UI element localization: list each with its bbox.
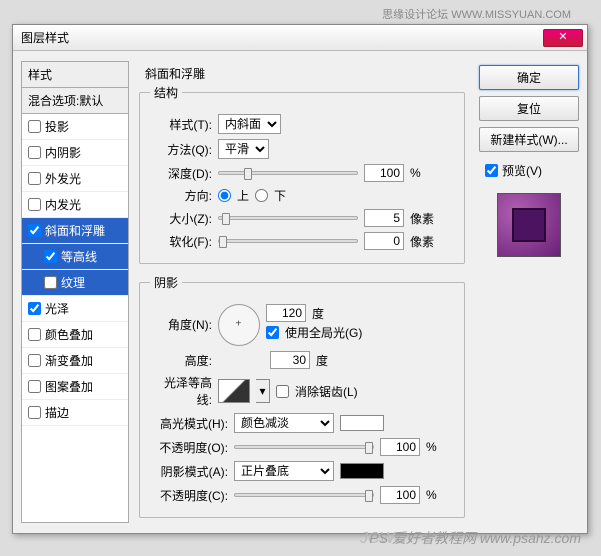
checkbox-satin[interactable] xyxy=(28,302,41,315)
depth-slider[interactable] xyxy=(218,171,358,175)
cancel-button[interactable]: 复位 xyxy=(479,96,579,121)
style-select[interactable]: 内斜面 xyxy=(218,114,281,134)
sidebar-item-bevel[interactable]: 斜面和浮雕 xyxy=(22,218,128,244)
checkbox-inner-glow[interactable] xyxy=(28,198,41,211)
watermark-top: 思缘设计论坛 WWW.MISSYUAN.COM xyxy=(382,6,571,22)
altitude-input[interactable] xyxy=(270,351,310,369)
shadow-mode-select[interactable]: 正片叠底 xyxy=(234,461,334,481)
highlight-opacity-label: 不透明度(O): xyxy=(150,439,228,456)
shadow-opacity-input[interactable] xyxy=(380,486,420,504)
angle-wheel[interactable]: + xyxy=(218,304,260,346)
sidebar-item-stroke[interactable]: 描边 xyxy=(22,400,128,426)
angle-unit: 度 xyxy=(312,305,324,322)
checkbox-gradient-overlay[interactable] xyxy=(28,354,41,367)
checkbox-inner-shadow[interactable] xyxy=(28,146,41,159)
layer-style-dialog: 图层样式 ✕ 样式 混合选项:默认 投影 内阴影 外发光 内发光 斜面和浮雕 等… xyxy=(12,24,588,534)
size-slider[interactable] xyxy=(218,216,358,220)
sidebar-item-texture[interactable]: 纹理 xyxy=(22,270,128,296)
altitude-unit: 度 xyxy=(316,352,328,369)
depth-label: 深度(D): xyxy=(150,165,212,182)
highlight-opacity-unit: % xyxy=(426,440,437,454)
checkbox-bevel[interactable] xyxy=(28,224,41,237)
sidebar-item-inner-glow[interactable]: 内发光 xyxy=(22,192,128,218)
sidebar-item-inner-shadow[interactable]: 内阴影 xyxy=(22,140,128,166)
sidebar-item-color-overlay[interactable]: 颜色叠加 xyxy=(22,322,128,348)
altitude-label: 高度: xyxy=(150,352,212,369)
direction-label: 方向: xyxy=(150,187,212,204)
preview-label: 预览(V) xyxy=(502,162,542,179)
antialias-label: 消除锯齿(L) xyxy=(295,383,358,400)
style-label: 样式(T): xyxy=(150,116,212,133)
angle-input[interactable] xyxy=(266,304,306,322)
shadow-opacity-slider[interactable] xyxy=(234,493,374,497)
right-column: 确定 复位 新建样式(W)... 预览(V) xyxy=(479,61,579,523)
highlight-opacity-slider[interactable] xyxy=(234,445,374,449)
sidebar-item-drop-shadow[interactable]: 投影 xyxy=(22,114,128,140)
shadow-color-swatch[interactable] xyxy=(340,463,384,479)
checkbox-texture[interactable] xyxy=(44,276,57,289)
structure-group: 结构 样式(T): 内斜面 方法(Q): 平滑 深度(D): % 方向: xyxy=(139,84,465,264)
shading-legend: 阴影 xyxy=(150,274,182,291)
sidebar-item-pattern-overlay[interactable]: 图案叠加 xyxy=(22,374,128,400)
sidebar-item-outer-glow[interactable]: 外发光 xyxy=(22,166,128,192)
section-title: 斜面和浮雕 xyxy=(145,65,465,82)
size-unit: 像素 xyxy=(410,210,434,227)
soften-unit: 像素 xyxy=(410,233,434,250)
global-light-checkbox[interactable] xyxy=(266,326,279,339)
checkbox-color-overlay[interactable] xyxy=(28,328,41,341)
antialias-checkbox[interactable] xyxy=(276,385,289,398)
ok-button[interactable]: 确定 xyxy=(479,65,579,90)
gloss-contour-label: 光泽等高线: xyxy=(150,374,212,408)
highlight-mode-label: 高光模式(H): xyxy=(150,415,228,432)
checkbox-outer-glow[interactable] xyxy=(28,172,41,185)
size-label: 大小(Z): xyxy=(150,210,212,227)
highlight-mode-select[interactable]: 颜色减淡 xyxy=(234,413,334,433)
soften-input[interactable] xyxy=(364,232,404,250)
highlight-opacity-input[interactable] xyxy=(380,438,420,456)
checkbox-stroke[interactable] xyxy=(28,406,41,419)
shadow-opacity-unit: % xyxy=(426,488,437,502)
sidebar-header-blend[interactable]: 混合选项:默认 xyxy=(22,88,128,114)
method-select[interactable]: 平滑 xyxy=(218,139,269,159)
chevron-down-icon[interactable]: ▾ xyxy=(256,379,270,403)
sidebar-item-gradient-overlay[interactable]: 渐变叠加 xyxy=(22,348,128,374)
highlight-color-swatch[interactable] xyxy=(340,415,384,431)
shading-group: 阴影 角度(N): + 度 使用全局光(G) xyxy=(139,274,465,518)
sidebar-header-style[interactable]: 样式 xyxy=(22,62,128,88)
depth-unit: % xyxy=(410,166,421,180)
close-button[interactable]: ✕ xyxy=(543,29,583,47)
direction-down-radio[interactable] xyxy=(255,189,268,202)
checkbox-drop-shadow[interactable] xyxy=(28,120,41,133)
soften-slider[interactable] xyxy=(218,239,358,243)
main-panel: 斜面和浮雕 结构 样式(T): 内斜面 方法(Q): 平滑 深度(D): % xyxy=(135,61,473,523)
structure-legend: 结构 xyxy=(150,84,182,101)
preview-checkbox[interactable] xyxy=(485,164,498,177)
titlebar: 图层样式 ✕ xyxy=(13,25,587,51)
sidebar-item-contour[interactable]: 等高线 xyxy=(22,244,128,270)
size-input[interactable] xyxy=(364,209,404,227)
soften-label: 软化(F): xyxy=(150,233,212,250)
checkbox-contour[interactable] xyxy=(44,250,57,263)
angle-label: 角度(N): xyxy=(150,304,212,333)
style-list: 样式 混合选项:默认 投影 内阴影 外发光 内发光 斜面和浮雕 等高线 纹理 光… xyxy=(21,61,129,523)
dialog-title: 图层样式 xyxy=(17,29,543,46)
checkbox-pattern-overlay[interactable] xyxy=(28,380,41,393)
sidebar-item-satin[interactable]: 光泽 xyxy=(22,296,128,322)
preview-thumbnail xyxy=(497,193,561,257)
depth-input[interactable] xyxy=(364,164,404,182)
crosshair-icon: + xyxy=(235,318,241,329)
gloss-contour-picker[interactable] xyxy=(218,379,250,403)
global-light-label: 使用全局光(G) xyxy=(285,324,362,341)
direction-up-radio[interactable] xyxy=(218,189,231,202)
shadow-mode-label: 阴影模式(A): xyxy=(150,463,228,480)
new-style-button[interactable]: 新建样式(W)... xyxy=(479,127,579,152)
method-label: 方法(Q): xyxy=(150,141,212,158)
shadow-opacity-label: 不透明度(C): xyxy=(150,487,228,504)
